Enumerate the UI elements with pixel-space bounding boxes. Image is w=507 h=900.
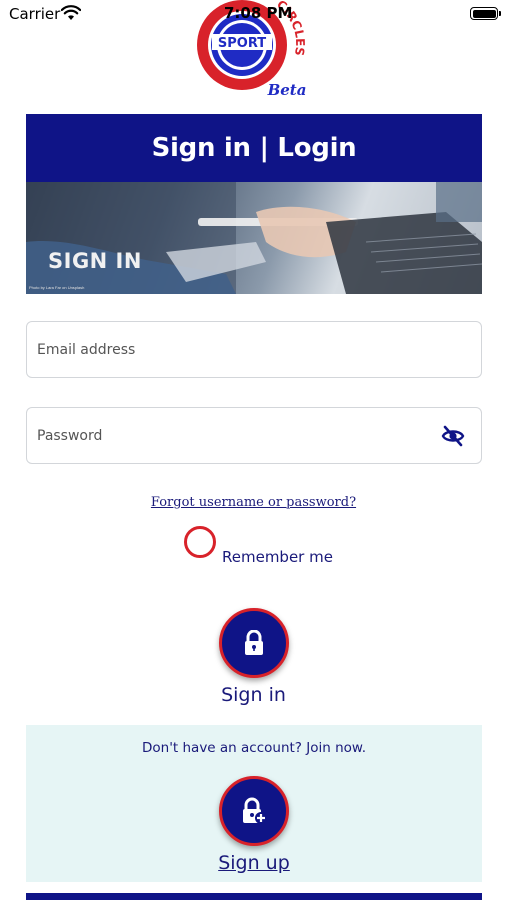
- sign-in-label[interactable]: Sign in: [0, 684, 507, 706]
- battery-icon: [470, 7, 498, 20]
- email-field[interactable]: [26, 321, 482, 378]
- eye-slash-icon[interactable]: [441, 425, 465, 447]
- lock-icon: [245, 630, 263, 655]
- page-header: Sign in | Login: [26, 114, 482, 182]
- remember-me-label: Remember me: [222, 548, 333, 566]
- sign-up-link[interactable]: Sign up: [26, 852, 482, 874]
- wifi-icon: [61, 5, 81, 20]
- signup-panel: Don't have an account? Join now. Sign up: [26, 725, 482, 882]
- battery-cap: [499, 11, 501, 16]
- sign-in-button[interactable]: [219, 608, 289, 678]
- password-field[interactable]: [26, 407, 482, 464]
- status-time: 7:08 PM: [224, 4, 293, 22]
- sign-up-button[interactable]: [219, 776, 289, 846]
- password-input[interactable]: [37, 408, 437, 463]
- carrier-label: Carrier: [9, 5, 61, 23]
- email-input[interactable]: [37, 322, 437, 377]
- page-title: Sign in | Login: [151, 133, 357, 163]
- hero-credit: Photo by Lara Far on Unsplash: [29, 285, 85, 290]
- hero-photo: [26, 182, 482, 294]
- hero-caption: SIGN IN: [48, 249, 142, 273]
- footer-band: [26, 893, 482, 900]
- forgot-password-link[interactable]: Forgot username or password?: [0, 495, 507, 510]
- logo-word-sport: SPORT: [218, 36, 266, 51]
- hero-image: SIGN IN Photo by Lara Far on Unsplash: [26, 182, 482, 294]
- lock-plus-icon: [243, 797, 267, 824]
- remember-me-radio[interactable]: [184, 526, 216, 558]
- logo-beta-badge: Beta: [267, 81, 307, 99]
- join-prompt: Don't have an account? Join now.: [141, 740, 367, 756]
